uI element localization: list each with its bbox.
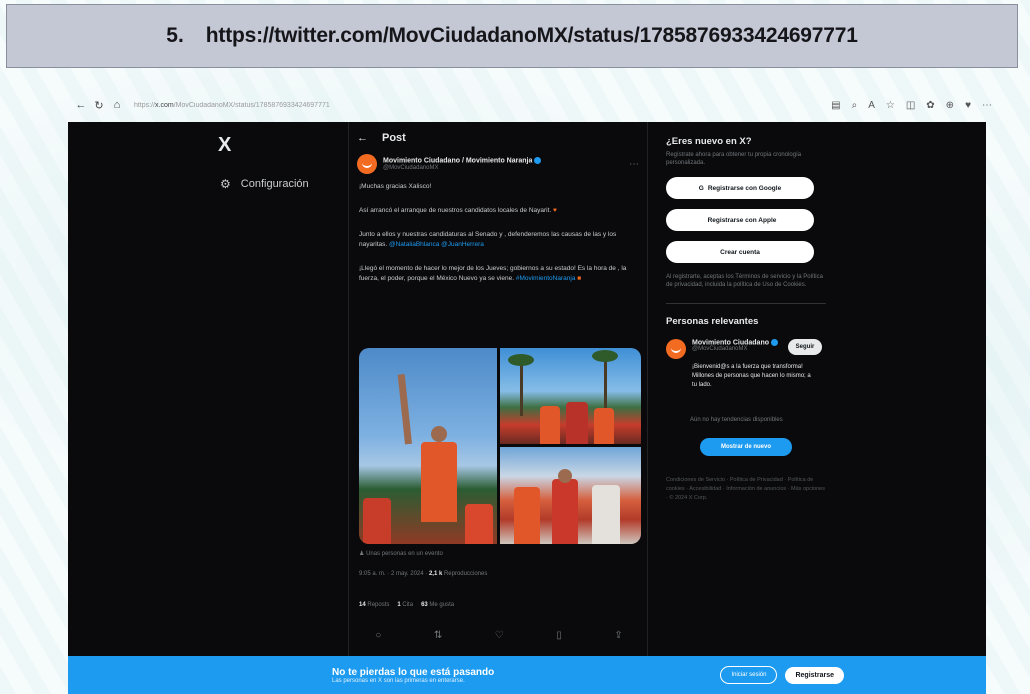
terms-text: Al registrarte, aceptas los Términos de … <box>666 274 823 288</box>
signup-banner: No te pierdas lo que está pasando Las pe… <box>68 656 986 694</box>
person-name: Movimiento Ciudadano <box>692 339 769 347</box>
back-arrow-icon[interactable]: ← <box>72 99 90 111</box>
repost-icon[interactable]: ⇅ <box>434 630 442 641</box>
split-screen-icon[interactable]: ◫ <box>906 100 915 111</box>
refresh-icon[interactable]: ↻ <box>90 99 108 112</box>
campaign-photo[interactable] <box>500 348 641 444</box>
divider <box>666 303 826 304</box>
person-handle: @MovCiudadanoMX <box>692 346 748 353</box>
extensions-icon[interactable]: ✿ <box>926 100 934 111</box>
address-bar[interactable]: https://x.com/MovCiudadanoMX/status/1785… <box>134 102 464 109</box>
show-trends-button[interactable]: Mostrar de nuevo <box>700 438 792 456</box>
post-title: Post <box>382 132 406 144</box>
tweet-paragraph: ¡Llegó el momento de hacer lo mejor de l… <box>359 265 627 282</box>
browser-essentials-icon[interactable]: ♥ <box>965 100 971 111</box>
post-column: ← Post Movimiento Ciudadano / Movimiento… <box>348 122 648 656</box>
hashtag-link[interactable]: #MovimientoNaranja <box>516 275 576 282</box>
browser-toolbar: ← ↻ ⌂ https://x.com/MovCiudadanoMX/statu… <box>72 95 993 115</box>
right-sidebar: ¿Eres nuevo en X? Regístrate ahora para … <box>666 136 826 503</box>
author-name: Movimiento Ciudadano / Movimiento Naranj… <box>383 157 533 165</box>
post-timestamp: 9:05 a. m. · 2 may. 2024 · 2,1 k Reprodu… <box>359 571 488 577</box>
engagement-stats: 14 Reposts 1 Cita 63 Me gusta <box>359 602 454 608</box>
reply-icon[interactable]: ○ <box>375 630 381 641</box>
settings-link[interactable]: ⚙ Configuración <box>220 177 309 191</box>
gear-icon: ⚙ <box>220 177 231 191</box>
orange-heart-icon: ♥ <box>553 207 557 214</box>
left-navigation: X ⚙ Configuración <box>218 134 309 191</box>
login-button[interactable]: Iniciar sesión <box>720 666 778 684</box>
like-icon[interactable]: ♡ <box>495 630 504 641</box>
follow-button[interactable]: Seguir <box>788 339 822 355</box>
more-options-icon[interactable]: ⋯ <box>629 159 639 170</box>
verified-badge-icon <box>771 339 778 346</box>
relevant-people-title: Personas relevantes <box>666 316 759 327</box>
google-signup-button[interactable]: G Registrarse con Google <box>666 177 814 199</box>
page-info-icon[interactable]: ⌂ <box>108 99 126 111</box>
trends-note: Aún no hay tendencias disponibles <box>690 417 783 423</box>
back-icon[interactable]: ← <box>357 132 368 144</box>
campaign-photo[interactable] <box>500 447 641 544</box>
media-caption: ♟ Unas personas en un evento <box>359 551 443 557</box>
twitter-page: X ⚙ Configuración ← Post Movimiento Ciud… <box>68 122 986 656</box>
new-to-x-title: ¿Eres nuevo en X? <box>666 136 752 147</box>
read-aloud-icon[interactable]: A <box>868 100 875 111</box>
banner-subtitle: Las personas en X son las primeras en en… <box>332 677 465 684</box>
favorite-star-icon[interactable]: ☆ <box>886 100 895 111</box>
flag-emoji-icon: ■ <box>577 275 582 282</box>
likes-stat[interactable]: 63 Me gusta <box>421 602 454 608</box>
tweet-paragraph: Así arrancó el arranque de nuestros cand… <box>359 207 557 214</box>
quotes-stat[interactable]: 1 Cita <box>397 602 413 608</box>
tweet-text: ¡Muchas gracias Xalisco! Así arrancó el … <box>349 174 647 284</box>
person-bio: ¡Bienvenid@s a la fuerza que transforma!… <box>692 364 811 388</box>
post-author[interactable]: Movimiento Ciudadano / Movimiento Naranj… <box>349 154 647 174</box>
avatar[interactable] <box>666 339 686 359</box>
person-tag-icon: ♟ <box>359 551 365 557</box>
collections-icon[interactable]: ⊕ <box>946 100 954 111</box>
tweet-paragraph: ¡Muchas gracias Xalisco! <box>359 183 432 190</box>
x-logo-icon[interactable]: X <box>218 134 309 157</box>
banner-title: No te pierdas lo que está pasando <box>332 666 495 678</box>
zoom-icon[interactable]: ⌕ <box>852 100 858 111</box>
tweet-paragraph: Junto a ellos y nuestras candidaturas al… <box>359 231 617 248</box>
reader-icon[interactable]: ▤ <box>831 100 840 111</box>
bookmark-icon[interactable]: ▯ <box>556 630 562 641</box>
google-icon: G <box>698 184 704 192</box>
tweet-url: https://twitter.com/MovCiudadanoMX/statu… <box>205 24 858 47</box>
new-to-x-subtitle: Regístrate ahora para obtener tu propia … <box>666 152 802 166</box>
avatar[interactable] <box>357 154 377 174</box>
media-grid[interactable] <box>359 348 641 544</box>
item-number: 5. <box>166 24 184 47</box>
post-header: ← Post <box>349 122 647 154</box>
share-icon[interactable]: ⇪ <box>614 630 622 641</box>
author-handle: @MovCiudadanoMX <box>383 164 439 171</box>
relevant-person[interactable]: Movimiento Ciudadano @MovCiudadanoMX Seg… <box>666 339 826 359</box>
reposts-stat[interactable]: 14 Reposts <box>359 602 389 608</box>
create-account-button[interactable]: Crear cuenta <box>666 241 814 263</box>
document-header: 5. https://twitter.com/MovCiudadanoMX/st… <box>6 4 1018 68</box>
browser-actions: ▤ ⌕ A ☆ ◫ ✿ ⊕ ♥ ⋯ <box>831 100 992 111</box>
settings-label: Configuración <box>240 178 309 190</box>
footer-links[interactable]: Condiciones de Servicio · Política de Pr… <box>666 476 826 503</box>
campaign-photo[interactable] <box>359 348 497 544</box>
mention-link[interactable]: @JuanHerrera <box>441 241 484 248</box>
post-actions: ○ ⇅ ♡ ▯ ⇪ <box>349 630 649 641</box>
apple-signup-button[interactable]: Registrarse con Apple <box>666 209 814 231</box>
mention-link[interactable]: @NataliaBhlanca <box>389 241 439 248</box>
verified-badge-icon <box>534 157 542 165</box>
more-menu-icon[interactable]: ⋯ <box>982 100 992 111</box>
register-button[interactable]: Registrarse <box>785 666 844 684</box>
